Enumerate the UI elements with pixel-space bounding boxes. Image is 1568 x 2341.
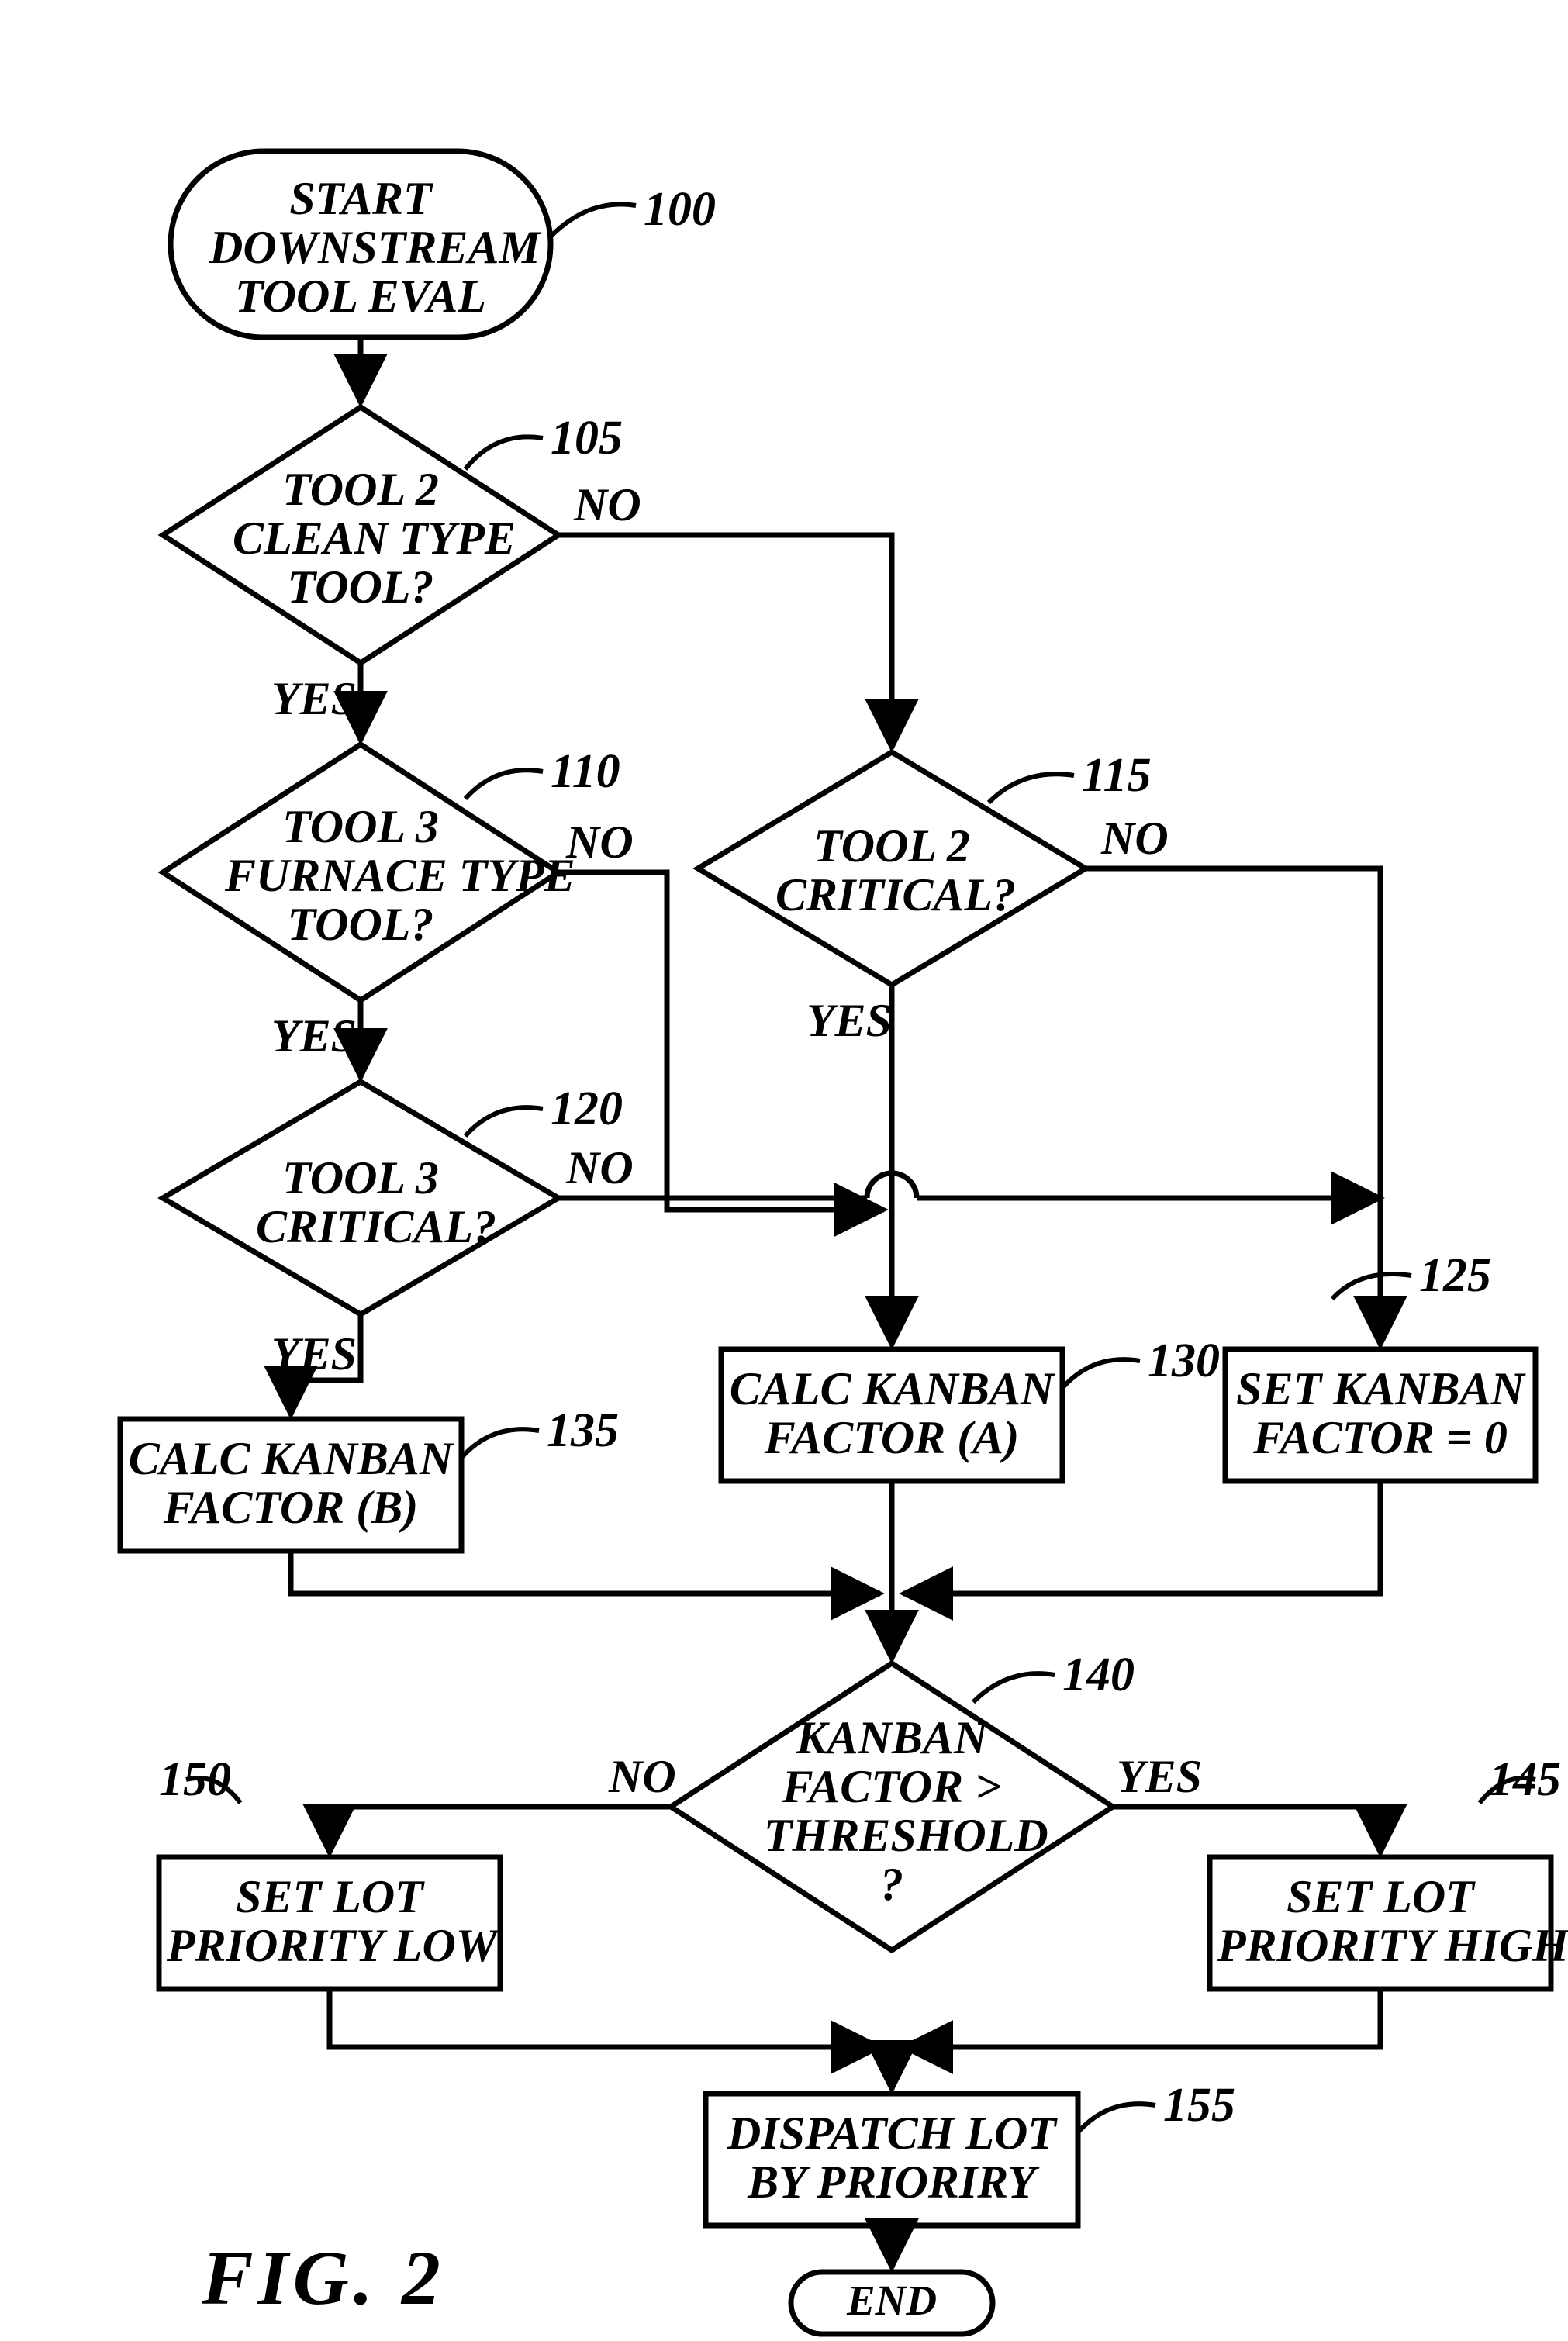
edge-label-120-yes: YES	[271, 1330, 357, 1379]
ref-140: 140	[1062, 1648, 1135, 1703]
label-node-125: SET KANBAN FACTOR = 0	[1233, 1365, 1528, 1462]
leader-100	[551, 204, 636, 237]
flowchart-svg	[0, 0, 1568, 2341]
edge-145-merge2	[903, 1989, 1380, 2047]
ref-115: 115	[1082, 748, 1152, 803]
edge-125-merge	[903, 1481, 1380, 1593]
leader-115	[989, 774, 1074, 803]
ref-120: 120	[551, 1082, 623, 1137]
edge-105-115	[558, 535, 892, 748]
edge-label-110-yes: YES	[271, 1012, 357, 1061]
ref-100: 100	[644, 182, 716, 237]
edge-label-105-no: NO	[574, 481, 641, 530]
ref-145: 145	[1489, 1752, 1561, 1808]
leader-110	[465, 770, 543, 799]
ref-150: 150	[159, 1752, 231, 1808]
label-node-145: SET LOT PRIORITY HIGH	[1217, 1873, 1543, 1970]
label-node-140: KANBAN FACTOR > THRESHOLD ?	[764, 1714, 1020, 1909]
edge-135-merge	[291, 1551, 880, 1593]
leader-120	[465, 1107, 543, 1136]
edge-label-105-yes: YES	[271, 675, 357, 723]
leader-125	[1332, 1274, 1411, 1299]
edge-label-140-yes: YES	[1117, 1752, 1202, 1801]
edge-label-120-no: NO	[566, 1144, 634, 1193]
edge-label-110-no: NO	[566, 818, 634, 867]
label-node-end: END	[818, 2278, 965, 2323]
label-node-110: TOOL 3 FURNACE TYPE TOOL?	[225, 803, 496, 949]
edge-140-145	[1113, 1807, 1380, 1853]
figure-caption: FIG. 2	[202, 2233, 445, 2322]
label-node-120: TOOL 3 CRITICAL?	[256, 1154, 465, 1252]
label-node-150: SET LOT PRIORITY LOW	[167, 1873, 492, 1970]
leader-105	[465, 437, 543, 469]
ref-155: 155	[1163, 2078, 1235, 2133]
label-node-155: DISPATCH LOT BY PRIORIRY	[713, 2109, 1070, 2207]
flowchart-canvas: START DOWNSTREAM TOOL EVAL TOOL 2 CLEAN …	[0, 0, 1568, 2341]
edge-140-150	[330, 1807, 671, 1853]
label-node-135: CALC KANBAN FACTOR (B)	[128, 1435, 454, 1532]
ref-135: 135	[547, 1404, 619, 1459]
edge-label-115-yes: YES	[806, 996, 892, 1045]
label-node-130: CALC KANBAN FACTOR (A)	[729, 1365, 1055, 1462]
leader-135	[461, 1429, 539, 1458]
label-node-105: TOOL 2 CLEAN TYPE TOOL?	[233, 465, 489, 612]
ref-125: 125	[1419, 1248, 1491, 1303]
edge-115-125	[1086, 868, 1380, 1345]
label-node-115: TOOL 2 CRITICAL?	[775, 822, 1008, 920]
leader-140	[973, 1673, 1055, 1702]
edge-label-140-no: NO	[609, 1752, 676, 1801]
edge-150-merge2	[330, 1989, 880, 2047]
ref-105: 105	[551, 411, 623, 466]
ref-110: 110	[551, 744, 620, 799]
label-node-100: START DOWNSTREAM TOOL EVAL	[209, 174, 512, 321]
edge-label-115-no: NO	[1101, 814, 1169, 863]
ref-130: 130	[1148, 1334, 1220, 1389]
leader-155	[1078, 2104, 1155, 2132]
leader-130	[1062, 1359, 1140, 1388]
